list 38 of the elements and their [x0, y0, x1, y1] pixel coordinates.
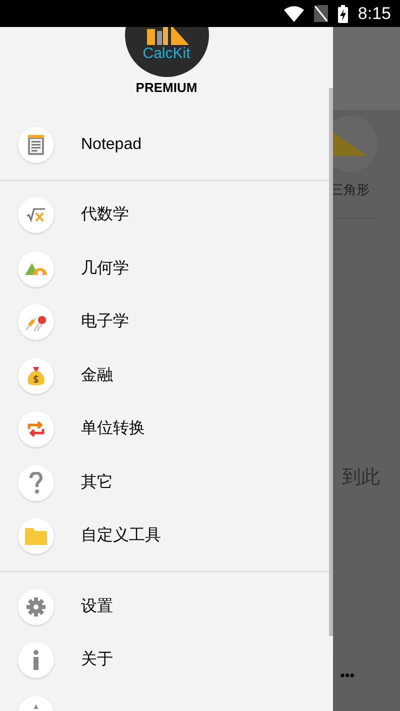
drawer-item-label: 金融	[81, 366, 113, 386]
money-bag-icon	[27, 364, 45, 387]
drawer-item[interactable]: 其它	[0, 456, 333, 510]
drawer-item-label: 其它	[81, 472, 113, 493]
triangle-icon	[333, 132, 367, 156]
drawer-item-label: 单位转换	[81, 419, 145, 440]
square-root-icon	[26, 208, 46, 222]
pencil-ruler-icon	[144, 27, 188, 45]
drawer-item[interactable]: 几何学	[0, 242, 333, 296]
notepad-icon	[28, 134, 44, 155]
no-sim-icon	[314, 5, 328, 22]
drawer-item-label: 关于	[81, 650, 113, 670]
drawer-item-label: Notepad	[81, 134, 142, 155]
premium-label: PREMIUM	[136, 80, 198, 96]
question-mark-icon	[29, 472, 43, 494]
drawer-item-label: 几何学	[81, 258, 129, 279]
drawer-item-label: 设置	[81, 596, 113, 617]
drawer-item-label: 代数学	[81, 205, 129, 226]
drawer-item[interactable]: 单位转换	[0, 402, 333, 456]
logo-text: CalcKit	[142, 45, 190, 63]
folder-icon	[25, 527, 47, 546]
drawer-item[interactable]: 自定义工具	[0, 510, 333, 563]
drawer-item[interactable]: Notepad	[0, 118, 333, 172]
info-icon	[33, 650, 39, 670]
star-icon	[33, 704, 39, 709]
status-time: 8:15	[358, 2, 391, 25]
wifi-icon	[284, 6, 304, 22]
drawer-item-label: 自定义工具	[81, 526, 161, 546]
drawer-item[interactable]: 电子学	[0, 296, 333, 349]
settings-icon	[26, 596, 46, 617]
swap-arrows-icon	[26, 419, 46, 440]
drawer-item[interactable]: 设置	[0, 580, 333, 634]
drawer-item[interactable]: 代数学	[0, 188, 333, 242]
drawer-item[interactable]: 关于	[0, 634, 333, 687]
drawer-item-label: 电子学	[81, 312, 129, 332]
battery-charging-icon	[338, 4, 348, 22]
triangle-protractor-icon	[25, 262, 47, 276]
drawer-item[interactable]: 金融	[0, 349, 333, 402]
